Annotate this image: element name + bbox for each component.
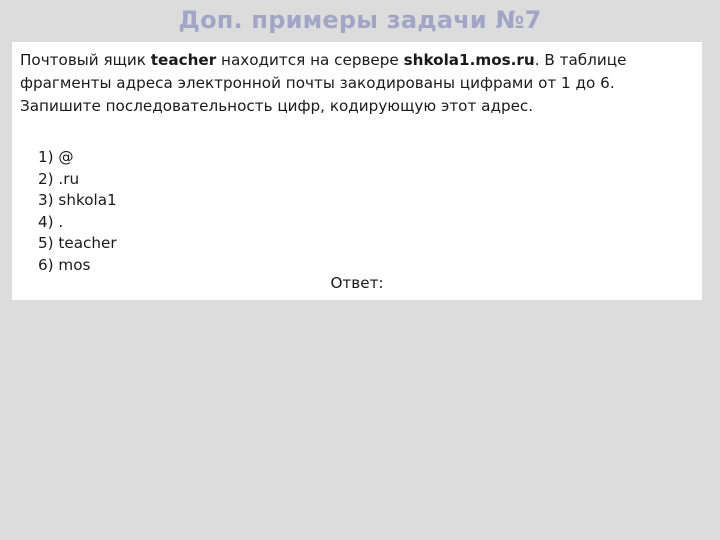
list-item-number: 3): [38, 191, 54, 209]
list-item-number: 2): [38, 169, 54, 188]
list-item: 3) shkola1: [38, 190, 117, 212]
list-item: 2) .ru: [38, 169, 117, 191]
list-item-value: @: [58, 148, 74, 166]
slide: Доп. примеры задачи №7 Почтовый ящик tea…: [0, 0, 720, 540]
list-item: 5) teacher: [38, 233, 117, 255]
list-item-value: teacher: [58, 234, 117, 252]
list-item-number: 6): [38, 255, 54, 274]
answer-label: Ответ:: [330, 274, 384, 292]
list-item-number: 1): [38, 148, 54, 166]
mailbox-name: teacher: [150, 51, 217, 69]
list-item: 1) @: [38, 147, 117, 169]
problem-card: Почтовый ящик teacher находится на серве…: [12, 42, 702, 300]
list-item-number: 5): [38, 234, 54, 252]
page-title: Доп. примеры задачи №7: [178, 6, 542, 34]
list-item-value: mos: [58, 255, 91, 274]
list-item-value: .ru: [58, 169, 80, 188]
list-item: 4) .: [38, 212, 117, 234]
problem-text-part2: находится на сервере: [216, 51, 404, 69]
server-name: shkola1.mos.ru: [403, 51, 535, 69]
list-item-value: shkola1: [58, 191, 117, 209]
list-item-number: 4): [38, 212, 54, 231]
list-item-value: .: [58, 212, 64, 231]
fragment-list: 1) @ 2) .ru 3) shkola1 4) . 5) teacher 6…: [38, 147, 117, 276]
problem-statement: Почтовый ящик teacher находится на серве…: [20, 49, 694, 118]
problem-text-part1: Почтовый ящик: [20, 51, 151, 69]
